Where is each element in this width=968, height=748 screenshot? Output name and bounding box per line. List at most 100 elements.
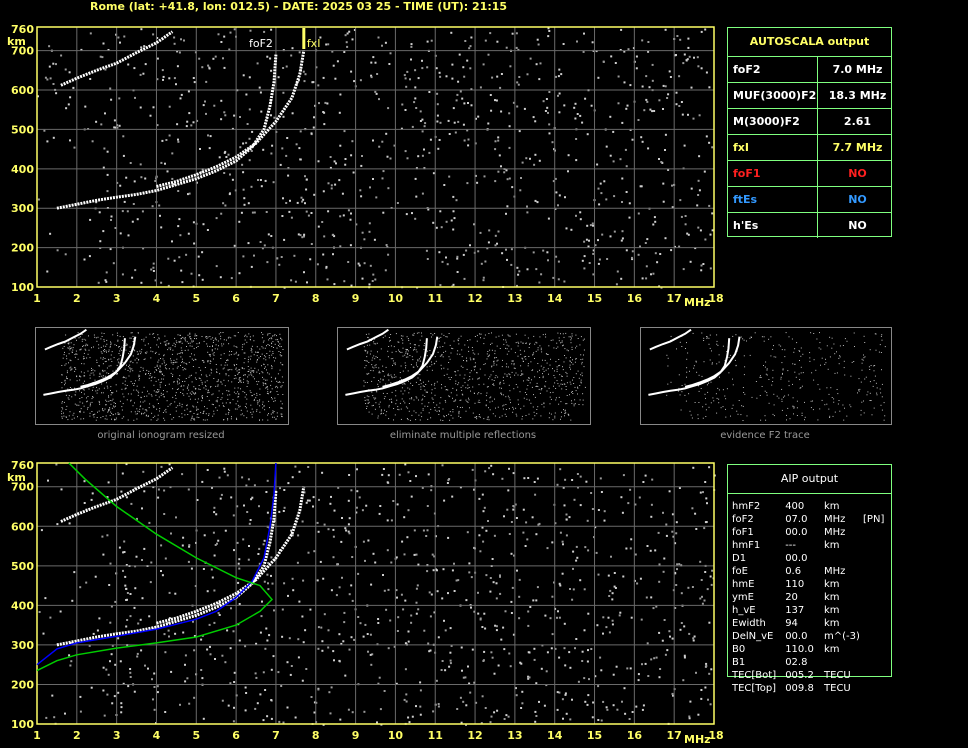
noise-dot (405, 700, 408, 703)
thumb-noise (216, 381, 218, 383)
noise-dot (160, 281, 163, 284)
thumb-noise (271, 398, 273, 400)
noise-dot (675, 54, 677, 56)
thumb-noise (787, 394, 789, 396)
thumb-noise (698, 402, 700, 403)
thumb-noise (403, 382, 405, 384)
noise-dot (313, 116, 315, 119)
noise-dot (190, 124, 193, 127)
noise-dot (178, 256, 181, 259)
thumb-noise (572, 379, 573, 381)
thumb-noise (558, 340, 560, 342)
thumb-noise (161, 378, 163, 380)
thumb-noise (274, 378, 276, 380)
noise-dot (548, 91, 551, 93)
noise-dot (630, 616, 633, 619)
noise-dot (124, 575, 127, 578)
thumb-noise (555, 347, 557, 349)
thumb-noise (262, 347, 264, 349)
noise-dot (339, 245, 342, 248)
thumb-noise (223, 353, 225, 355)
noise-dot (218, 156, 221, 159)
noise-dot (562, 717, 564, 720)
thumb-noise (211, 349, 213, 351)
thumb-noise (281, 403, 283, 405)
noise-dot (450, 219, 453, 222)
thumb-noise (74, 354, 76, 355)
thumb-noise (170, 358, 171, 360)
thumb-noise (560, 401, 562, 403)
noise-dot (531, 516, 534, 519)
thumb-noise (181, 413, 183, 415)
noise-dot (173, 42, 176, 45)
thumb-noise (813, 333, 815, 334)
noise-dot (160, 465, 163, 468)
thumb-noise (202, 397, 203, 399)
thumb-noise (833, 398, 835, 400)
thumb-noise (180, 385, 182, 387)
noise-dot (467, 144, 470, 147)
thumb-noise (149, 374, 151, 376)
thumb-noise (534, 376, 536, 378)
noise-dot (158, 204, 161, 207)
thumb-noise (405, 365, 407, 367)
noise-dot (551, 141, 554, 144)
thumb-noise (575, 390, 577, 392)
noise-dot (251, 496, 254, 499)
noise-dot (238, 558, 241, 561)
noise-dot (559, 584, 562, 587)
noise-dot (494, 234, 497, 237)
x-tick-label: 12 (467, 729, 482, 742)
thumb-noise (212, 337, 214, 339)
thumb-noise (206, 419, 208, 421)
noise-dot (229, 31, 232, 34)
thumb-noise (161, 374, 163, 375)
noise-dot (327, 43, 330, 46)
noise-dot (362, 540, 365, 543)
thumb-noise (122, 340, 124, 341)
thumb-noise (97, 336, 99, 338)
noise-dot (621, 237, 624, 240)
thumb-noise (280, 386, 282, 388)
noise-dot (121, 210, 124, 213)
thumb-noise (517, 355, 519, 357)
thumb-noise (562, 383, 564, 385)
noise-dot (606, 708, 609, 711)
thumb-noise (61, 410, 63, 412)
noise-dot (346, 45, 349, 48)
thumb-noise (66, 358, 68, 360)
noise-dot (200, 638, 203, 641)
thumb-noise (844, 374, 846, 376)
thumb-noise (782, 368, 784, 370)
noise-dot (213, 554, 216, 557)
noise-dot (540, 667, 543, 670)
thumb-noise (731, 407, 733, 409)
thumb-noise (465, 387, 467, 389)
noise-dot (332, 556, 335, 559)
noise-dot (499, 86, 502, 89)
noise-dot (597, 719, 600, 721)
thumb-noise (195, 372, 197, 374)
noise-dot (451, 569, 454, 572)
noise-dot (591, 508, 594, 510)
noise-dot (266, 55, 269, 58)
thumb-noise (212, 353, 214, 355)
noise-dot (255, 676, 258, 679)
thumb-noise (121, 417, 123, 419)
noise-dot (462, 700, 465, 703)
noise-dot (611, 623, 614, 626)
noise-dot (479, 618, 482, 621)
thumb-noise (515, 372, 517, 374)
noise-dot (351, 556, 354, 558)
thumb-noise (405, 367, 406, 369)
thumb-noise (248, 371, 250, 372)
noise-dot (416, 584, 419, 587)
thumb-noise (364, 360, 366, 361)
noise-dot (164, 557, 167, 560)
noise-dot (621, 511, 624, 514)
thumb-noise (408, 380, 409, 382)
noise-dot (207, 134, 209, 137)
noise-dot (456, 93, 459, 96)
noise-dot (243, 203, 246, 206)
thumb-noise (839, 356, 841, 358)
